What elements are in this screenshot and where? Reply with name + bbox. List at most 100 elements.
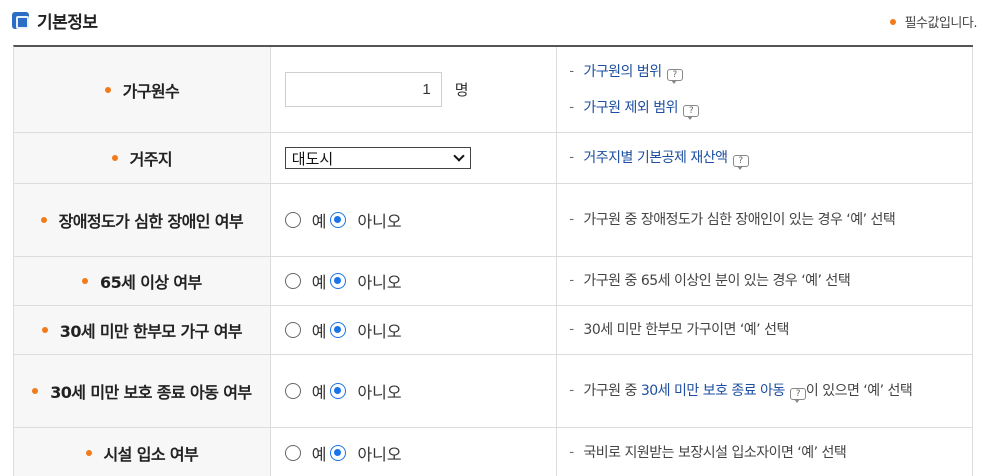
radio-no[interactable]	[330, 212, 347, 228]
table-row-age-65: 65세 이상 여부 예 아니오 - 가구원 중 65세 이상인 분이 있는 경우…	[14, 257, 973, 306]
table-row-single-parent: 30세 미만 한부모 가구 여부 예 아니오 - 30세 미만 한부모 가구이면…	[14, 306, 973, 355]
row-label-cell: 65세 이상 여부	[14, 257, 271, 305]
radio-no-label: 아니오	[357, 383, 402, 402]
dash-icon: -	[569, 383, 574, 398]
section-title: 기본정보	[37, 13, 98, 33]
dash-icon: -	[569, 322, 574, 337]
radio-no[interactable]	[330, 444, 347, 461]
required-note: 필수값입니다.	[889, 12, 978, 31]
household-scope-link[interactable]: 가구원의 범위	[583, 64, 662, 80]
info-line: - 국비로 지원받는 보장시설 입소자이면 ‘예’ 선택	[569, 441, 952, 465]
row-label: 30세 미만 한부모 가구 여부	[59, 322, 243, 341]
table-row-facility: 시설 입소 여부 예 아니오 - 국비로 지원받는 보장시설 입소자이면 ‘예’…	[14, 428, 973, 476]
row-info-cell: - 국비로 지원받는 보장시설 입소자이면 ‘예’ 선택	[557, 428, 973, 476]
info-text: 30세 미만 한부모 가구이면 ‘예’ 선택	[583, 322, 789, 338]
radio-no[interactable]	[330, 383, 347, 399]
radio-yes[interactable]	[284, 383, 301, 399]
radio-no-label: 아니오	[357, 273, 402, 292]
dash-icon: -	[569, 273, 574, 288]
section-icon	[12, 12, 29, 29]
info-line: - 30세 미만 한부모 가구이면 ‘예’ 선택	[569, 318, 952, 342]
info-text: 가구원 중 장애정도가 심한 장애인이 있는 경우 ‘예’ 선택	[583, 212, 896, 228]
household-exclusion-link[interactable]: 가구원 제외 범위	[583, 100, 678, 116]
yes-no-radio-group: 예 아니오	[284, 441, 406, 465]
row-input-cell: 예 아니오	[271, 355, 558, 427]
row-input-cell: 예 아니오	[271, 184, 558, 256]
row-label-cell: 30세 미만 한부모 가구 여부	[14, 306, 271, 354]
row-label-cell: 30세 미만 보호 종료 아동 여부	[14, 355, 271, 427]
section-header: 기본정보 필수값입니다.	[0, 0, 981, 46]
radio-yes-label: 예	[311, 273, 327, 292]
required-bullet-icon	[889, 18, 896, 25]
radio-no[interactable]	[330, 322, 347, 338]
table-row-protection-ended-child: 30세 미만 보호 종료 아동 여부 예 아니오 - 가구원 중 30세 미만 …	[14, 355, 973, 428]
radio-yes-label: 예	[311, 322, 327, 341]
table-row-residence: 거주지 대도시 - 거주지별 기본공제 재산액?	[14, 133, 973, 184]
row-input-cell: 예 아니오	[271, 306, 558, 354]
dash-icon: -	[569, 99, 574, 115]
row-info-cell: - 가구원 중 65세 이상인 분이 있는 경우 ‘예’ 선택	[557, 257, 973, 305]
residence-select[interactable]: 대도시	[284, 147, 471, 169]
radio-yes[interactable]	[284, 444, 301, 461]
info-line: - 가구원 중 30세 미만 보호 종료 아동? 이 있으면 ‘예’ 선택	[569, 379, 952, 403]
help-tooltip-icon[interactable]: ?	[682, 104, 699, 120]
row-label-cell: 거주지	[14, 133, 271, 183]
row-input-cell: 대도시	[271, 133, 558, 183]
row-label: 65세 이상 여부	[100, 273, 202, 292]
chevron-down-icon	[453, 150, 465, 162]
yes-no-radio-group: 예 아니오	[284, 318, 406, 342]
radio-yes-label: 예	[311, 383, 327, 402]
protection-ended-child-link[interactable]: 30세 미만 보호 종료 아동	[641, 383, 786, 399]
row-info-cell: - 가구원의 범위? - 가구원 제외 범위?	[557, 47, 973, 132]
required-note-text: 필수값입니다.	[904, 16, 978, 31]
radio-no-label: 아니오	[357, 444, 402, 464]
yes-no-radio-group: 예 아니오	[284, 208, 406, 232]
dash-icon: -	[569, 212, 574, 227]
household-size-input[interactable]	[284, 72, 442, 107]
info-text: 국비로 지원받는 보장시설 입소자이면 ‘예’ 선택	[583, 444, 847, 461]
row-label: 30세 미만 보호 종료 아동 여부	[50, 383, 252, 402]
unit-label: 명	[454, 81, 469, 99]
required-bullet-icon	[111, 155, 118, 161]
radio-yes[interactable]	[284, 212, 301, 228]
radio-no-label: 아니오	[357, 322, 402, 341]
table-row-household-size: 가구원수 명 - 가구원의 범위? - 가구원 제외 범위?	[14, 47, 973, 133]
row-info-cell: - 가구원 중 30세 미만 보호 종료 아동? 이 있으면 ‘예’ 선택	[557, 355, 973, 427]
row-input-cell: 명	[271, 47, 558, 132]
dash-icon: -	[569, 63, 574, 79]
help-tooltip-icon[interactable]: ?	[666, 68, 683, 84]
residence-deduction-link[interactable]: 거주지별 기본공제 재산액	[583, 150, 728, 166]
yes-no-radio-group: 예 아니오	[284, 269, 406, 293]
info-line: - 거주지별 기본공제 재산액?	[569, 146, 952, 170]
radio-no-label: 아니오	[357, 212, 402, 231]
row-input-cell: 예 아니오	[271, 428, 558, 476]
required-bullet-icon	[85, 449, 92, 456]
radio-no[interactable]	[330, 273, 347, 289]
radio-yes-label: 예	[311, 444, 327, 464]
info-line: - 가구원 제외 범위?	[569, 96, 952, 120]
help-tooltip-icon[interactable]: ?	[732, 155, 749, 170]
required-bullet-icon	[40, 217, 47, 223]
radio-yes-label: 예	[311, 212, 327, 231]
yes-no-radio-group: 예 아니오	[284, 379, 406, 403]
info-text-prefix: 가구원 중	[583, 383, 641, 399]
row-label: 장애정도가 심한 장애인 여부	[58, 212, 244, 231]
basic-info-table: 가구원수 명 - 가구원의 범위? - 가구원 제외 범위? 거주지	[13, 45, 973, 476]
row-label: 시설 입소 여부	[103, 444, 199, 464]
required-bullet-icon	[41, 327, 48, 333]
row-label-cell: 가구원수	[14, 47, 271, 132]
row-info-cell: - 30세 미만 한부모 가구이면 ‘예’ 선택	[557, 306, 973, 354]
info-line: - 가구원 중 65세 이상인 분이 있는 경우 ‘예’ 선택	[569, 269, 952, 293]
required-bullet-icon	[32, 388, 39, 394]
required-bullet-icon	[104, 86, 111, 93]
row-label-cell: 장애정도가 심한 장애인 여부	[14, 184, 271, 256]
section-title-group: 기본정보	[12, 8, 98, 33]
info-line: - 가구원의 범위?	[569, 60, 952, 84]
row-info-cell: - 가구원 중 장애정도가 심한 장애인이 있는 경우 ‘예’ 선택	[557, 184, 973, 256]
dash-icon: -	[569, 150, 574, 165]
required-bullet-icon	[82, 278, 89, 284]
radio-yes[interactable]	[284, 273, 301, 289]
radio-yes[interactable]	[284, 322, 301, 338]
info-text: 가구원 중 65세 이상인 분이 있는 경우 ‘예’ 선택	[583, 273, 851, 289]
help-tooltip-icon[interactable]: ?	[789, 388, 806, 403]
